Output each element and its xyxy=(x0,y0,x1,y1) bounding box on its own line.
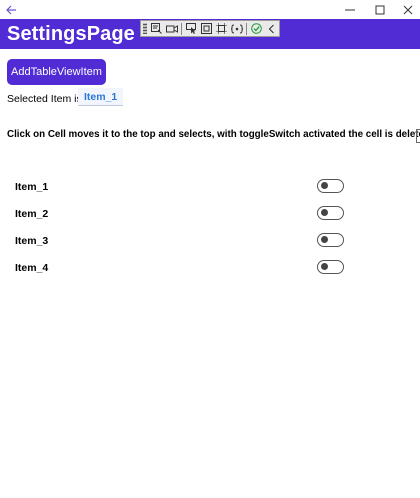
title-bar xyxy=(0,0,420,19)
collapse-chevron-icon xyxy=(269,24,275,33)
table-view: Item_1 Item_2 Item_3 Item_4 xyxy=(0,173,420,281)
app-window: SettingsPage AddTableViewItem Selected I… xyxy=(0,0,420,498)
close-button[interactable] xyxy=(394,0,420,19)
selected-item-value: Item_1 xyxy=(78,88,124,106)
table-row[interactable]: Item_1 xyxy=(0,173,420,200)
toggle-switch[interactable] xyxy=(317,179,344,193)
row-label: Item_4 xyxy=(15,262,49,274)
page-title: SettingsPage xyxy=(7,23,135,45)
back-button[interactable] xyxy=(2,1,20,18)
table-row[interactable]: Item_3 xyxy=(0,227,420,254)
video-icon xyxy=(166,24,179,33)
hot-reload-ok-icon xyxy=(251,23,262,34)
toolbar-grip[interactable] xyxy=(143,23,147,34)
table-row[interactable]: Item_2 xyxy=(0,200,420,227)
maximize-button[interactable] xyxy=(366,0,394,19)
row-label: Item_1 xyxy=(15,181,49,193)
toggle-knob xyxy=(321,236,328,243)
display-adorners-button[interactable] xyxy=(200,22,214,36)
hot-reload-status-button[interactable] xyxy=(249,22,263,36)
video-button[interactable] xyxy=(165,22,179,36)
toggle-knob xyxy=(321,209,328,216)
toolbar-separator xyxy=(181,22,183,35)
instruction-text: Click on Cell moves it to the top and se… xyxy=(7,129,420,140)
toggle-knob xyxy=(321,263,328,270)
maximize-icon xyxy=(375,5,385,14)
row-label: Item_2 xyxy=(15,208,49,220)
collapse-toolbar-button[interactable] xyxy=(265,22,279,36)
toggle-switch[interactable] xyxy=(317,206,344,220)
toggle-switch[interactable] xyxy=(317,233,344,247)
binding-failures-icon xyxy=(231,24,244,33)
arrow-left-icon xyxy=(5,5,16,14)
table-row[interactable]: Item_4 xyxy=(0,254,420,281)
add-table-view-item-button[interactable]: AddTableViewItem xyxy=(7,59,106,85)
select-element-button[interactable] xyxy=(184,22,198,36)
live-visual-tree-button[interactable] xyxy=(150,22,164,36)
display-layout-adorners-icon xyxy=(201,23,213,34)
toolbar-separator xyxy=(246,22,248,35)
debug-toolbar xyxy=(140,20,280,37)
binding-failures-button[interactable] xyxy=(230,22,244,36)
toggle-knob xyxy=(321,182,328,189)
select-element-icon xyxy=(185,23,196,34)
row-label: Item_3 xyxy=(15,235,49,247)
text-cursor-icon xyxy=(416,129,420,143)
live-visual-tree-icon xyxy=(151,23,163,34)
track-focus-button[interactable] xyxy=(215,22,229,36)
close-icon xyxy=(403,5,413,14)
toggle-switch[interactable] xyxy=(317,260,344,274)
selected-item-label: Selected Item is: xyxy=(7,93,85,105)
track-focus-icon xyxy=(216,23,228,34)
minimize-button[interactable] xyxy=(336,0,364,19)
minimize-icon xyxy=(345,9,355,10)
